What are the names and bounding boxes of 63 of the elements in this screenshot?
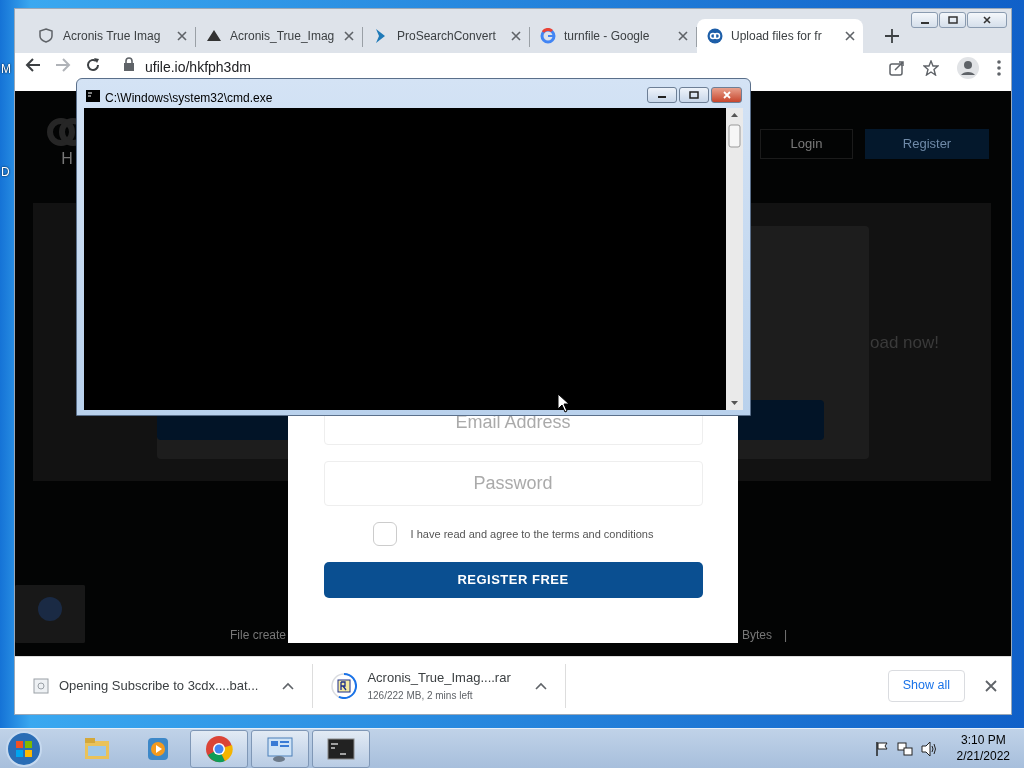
browser-tab[interactable]: turnfile - Google bbox=[530, 19, 696, 53]
desktop-icon-label: M bbox=[1, 61, 11, 78]
flag-icon[interactable] bbox=[874, 740, 889, 757]
maximize-icon bbox=[946, 16, 959, 24]
reload-icon[interactable] bbox=[85, 57, 101, 73]
lock-icon bbox=[123, 57, 135, 71]
caret-icon[interactable] bbox=[534, 681, 547, 690]
nav-button[interactable]: Login bbox=[760, 129, 853, 159]
browser-tab[interactable]: ProSearchConvert bbox=[363, 19, 529, 53]
star-icon[interactable] bbox=[923, 60, 939, 76]
footer-text: Bytes bbox=[742, 627, 772, 644]
show-all-button[interactable]: Show all bbox=[887, 669, 965, 702]
logo-text: H bbox=[61, 149, 73, 169]
register-button[interactable]: REGISTER FREE bbox=[323, 562, 703, 598]
input-field[interactable]: Password bbox=[323, 461, 703, 506]
checkbox-label: I have read and agree to the terms and conditions bbox=[410, 526, 654, 542]
cursor-icon bbox=[557, 393, 570, 413]
close-icon[interactable] bbox=[678, 31, 688, 41]
new-tab-icon[interactable] bbox=[885, 29, 899, 43]
minimize-button[interactable] bbox=[647, 87, 677, 103]
download-name[interactable]: Opening Subscribe to 3cdx....bat... bbox=[59, 675, 259, 696]
close-button[interactable] bbox=[967, 12, 1007, 28]
profile-icon[interactable] bbox=[957, 57, 979, 79]
close-icon[interactable] bbox=[344, 31, 354, 41]
footer-text: | bbox=[784, 627, 788, 644]
maximize-icon bbox=[687, 91, 701, 99]
nav-button[interactable]: Register bbox=[865, 129, 989, 159]
footer-text: File create bbox=[230, 627, 287, 644]
download-name[interactable]: Acronis_True_Imag....rar bbox=[367, 668, 511, 688]
browser-tab[interactable]: Upload files for fr bbox=[697, 19, 863, 53]
back-icon[interactable] bbox=[25, 57, 41, 73]
close-icon[interactable] bbox=[845, 31, 855, 41]
file-icon bbox=[33, 677, 49, 694]
browser-tab[interactable]: Acronis True Imag bbox=[29, 19, 195, 53]
close-icon bbox=[981, 16, 993, 24]
share-icon[interactable] bbox=[889, 60, 905, 76]
maximize-button[interactable] bbox=[679, 87, 709, 103]
tent-icon bbox=[206, 28, 222, 44]
menu-icon[interactable] bbox=[997, 60, 1001, 76]
start-button[interactable] bbox=[4, 729, 44, 768]
archive-icon bbox=[331, 672, 358, 699]
taskbar-button[interactable] bbox=[312, 729, 370, 768]
close-button[interactable] bbox=[711, 87, 742, 103]
close-icon[interactable] bbox=[985, 679, 997, 692]
browser-tab[interactable]: Acronis_True_Imag bbox=[196, 19, 362, 53]
desktop-icon-label: D bbox=[1, 164, 10, 181]
window-title: C:\Windows\system32\cmd.exe bbox=[105, 90, 273, 107]
minimize-button[interactable] bbox=[911, 12, 938, 28]
caret-icon[interactable] bbox=[282, 681, 295, 690]
shield-icon bbox=[39, 28, 55, 44]
address-bar[interactable]: ufile.io/hkfph3dm bbox=[145, 57, 251, 78]
checkbox[interactable] bbox=[372, 522, 397, 546]
network-icon[interactable] bbox=[896, 740, 913, 757]
close-icon[interactable] bbox=[177, 31, 187, 41]
console-icon bbox=[86, 90, 100, 102]
close-icon[interactable] bbox=[511, 31, 521, 41]
google-icon bbox=[540, 28, 556, 44]
chrome-icon bbox=[204, 733, 234, 764]
clock[interactable]: 3:10 PM 2/21/2022 bbox=[956, 732, 1010, 765]
volume-icon[interactable] bbox=[920, 740, 937, 757]
download-status: 126/222 MB, 2 mins left bbox=[367, 688, 474, 703]
scrollbar-drawing[interactable] bbox=[726, 108, 743, 410]
maximize-button[interactable] bbox=[939, 12, 966, 28]
